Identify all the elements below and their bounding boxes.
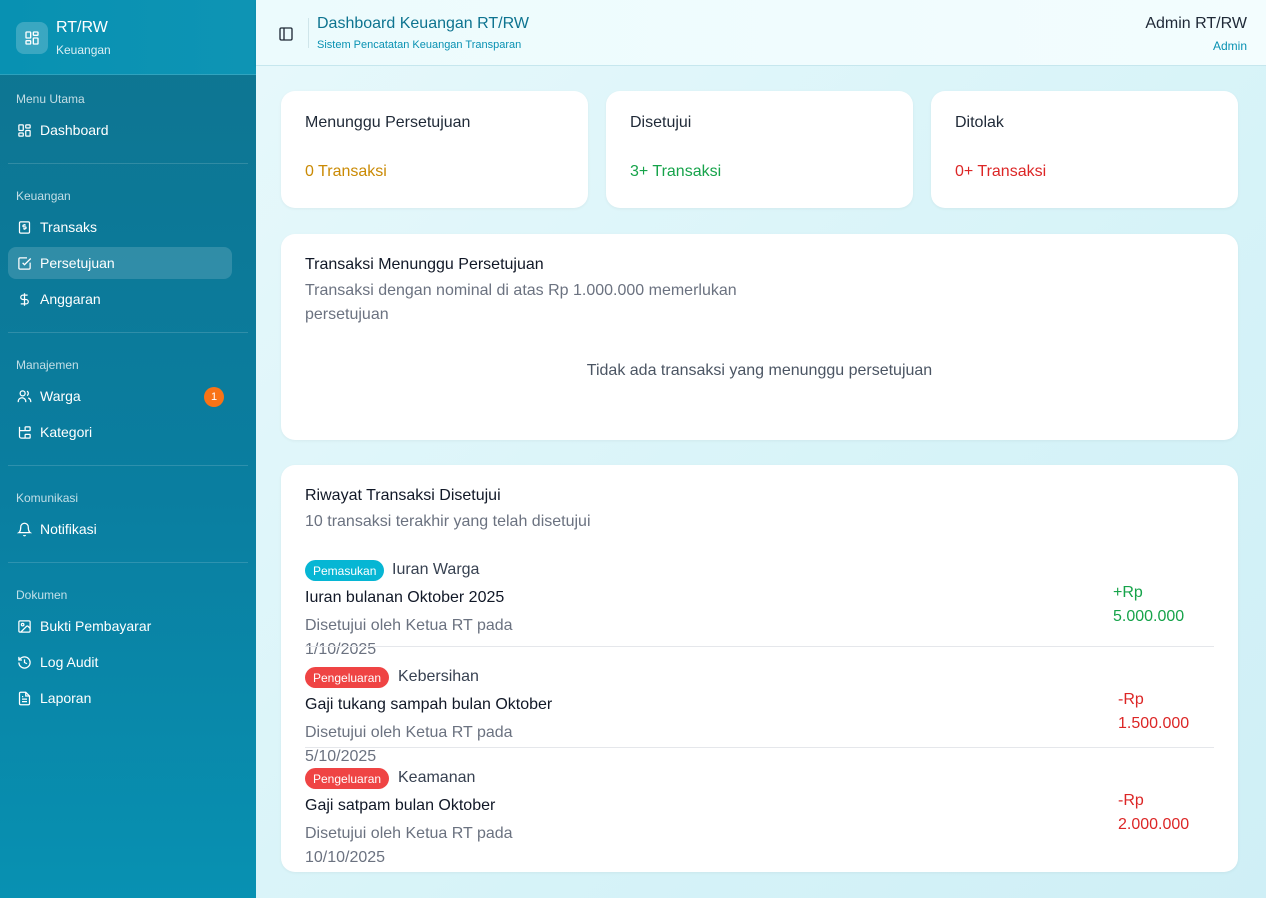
sidebar: RT/RW Keuangan Menu Utama Dashboard Keua…: [0, 0, 256, 898]
list-item[interactable]: Pemasukan Iuran Warga Iuran bulanan Okto…: [305, 559, 1214, 658]
top-header: Dashboard Keuangan RT/RW Sistem Pencatat…: [256, 0, 1266, 66]
stat-card-pending: Menunggu Persetujuan 0 Transaksi: [281, 91, 588, 208]
amount-value: 1.500.000: [1118, 715, 1190, 732]
dashboard-icon: [16, 122, 32, 138]
sidebar-item-notifikasi[interactable]: Notifikasi: [8, 513, 232, 545]
approval-info: Disetujui oleh Ketua RT pada: [305, 825, 513, 842]
stat-title: Disetujui: [630, 114, 692, 131]
dollar-icon: [16, 291, 32, 307]
stat-card-rejected: Ditolak 0+ Transaksi: [931, 91, 1238, 208]
card-description: persetujuan: [305, 306, 389, 323]
sidebar-item-label: Log Audit: [40, 654, 99, 670]
sidebar-item-label: Warga: [40, 388, 81, 404]
card-description: Transaksi dengan nominal di atas Rp 1.00…: [305, 282, 737, 299]
sidebar-item-persetujuan[interactable]: Persetujuan: [8, 247, 232, 279]
sidebar-item-warga[interactable]: Warga 1: [8, 380, 232, 412]
approval-info: Disetujui oleh Ketua RT pada: [305, 617, 513, 634]
amount-prefix: -Rp: [1118, 792, 1144, 809]
user-name[interactable]: Admin RT/RW: [1145, 15, 1247, 33]
user-role: Admin: [1212, 39, 1247, 53]
brand-subtitle: Keuangan: [56, 43, 111, 57]
type-badge: Pengeluaran: [305, 667, 390, 688]
receipt-icon: [16, 219, 32, 235]
sidebar-divider: [8, 163, 248, 164]
sidebar-item-label: Dashboard: [40, 122, 109, 138]
sidebar-item-label: Laporan: [40, 690, 92, 706]
sidebar-item-dashboard[interactable]: Dashboard: [8, 114, 232, 146]
row-divider: [305, 646, 1214, 647]
sidebar-divider: [8, 562, 248, 563]
header-divider: [308, 18, 309, 48]
main-content: Menunggu Persetujuan 0 Transaksi Disetuj…: [256, 66, 1266, 898]
dashboard-logo-icon: [16, 22, 48, 54]
amount-value: 5.000.000: [1113, 608, 1185, 625]
approval-info: Disetujui oleh Ketua RT pada: [305, 724, 513, 741]
transaction-category: Iuran Warga: [392, 561, 480, 578]
sidebar-item-laporan[interactable]: Laporan: [8, 682, 232, 714]
sidebar-item-label: Kategori: [40, 424, 93, 440]
section-label-keuangan: Keuangan: [16, 189, 71, 203]
amount-value: 2.000.000: [1118, 816, 1190, 833]
transaction-category: Keamanan: [398, 769, 476, 786]
sidebar-divider: [8, 332, 248, 333]
bell-icon: [16, 521, 32, 537]
approval-date: 1/10/2025: [305, 641, 377, 658]
section-label-menu-utama: Menu Utama: [16, 92, 85, 106]
brand-title: RT/RW: [56, 19, 108, 36]
sidebar-item-transaksi[interactable]: Transaks: [8, 211, 232, 243]
page-subtitle: Sistem Pencatatan Keuangan Transparan: [317, 39, 522, 51]
sidebar-item-label: Persetujuan: [40, 255, 115, 271]
approval-date: 5/10/2025: [305, 748, 377, 765]
transaction-category: Kebersihan: [398, 668, 479, 685]
stat-title: Menunggu Persetujuan: [305, 114, 471, 131]
empty-state-message: Tidak ada transaksi yang menunggu perset…: [586, 362, 933, 379]
approval-date: 10/10/2025: [305, 849, 386, 866]
section-label-dokumen: Dokumen: [16, 588, 68, 602]
stat-value: 0+ Transaksi: [955, 163, 1047, 180]
sidebar-item-label: Transaks: [40, 219, 98, 235]
sidebar-item-label: Notifikasi: [40, 521, 97, 537]
list-item[interactable]: Pengeluaran Kebersihan Gaji tukang sampa…: [305, 666, 1214, 765]
sidebar-item-label: Anggaran: [40, 291, 101, 307]
card-title: Transaksi Menunggu Persetujuan: [305, 256, 544, 273]
users-icon: [16, 388, 32, 404]
card-description: 10 transaksi terakhir yang telah disetuj…: [305, 513, 591, 530]
pending-transactions-card: Transaksi Menunggu Persetujuan Transaksi…: [281, 234, 1238, 440]
sidebar-item-bukti-pembayaran[interactable]: Bukti Pembayarar: [8, 610, 232, 642]
sidebar-brand[interactable]: RT/RW Keuangan: [0, 0, 256, 75]
list-item[interactable]: Pengeluaran Keamanan Gaji satpam bulan O…: [305, 767, 1214, 867]
row-divider: [305, 747, 1214, 748]
history-icon: [16, 654, 32, 670]
page-title: Dashboard Keuangan RT/RW: [317, 15, 529, 32]
section-label-manajemen: Manajemen: [16, 358, 79, 372]
stat-title: Ditolak: [955, 114, 1004, 131]
stat-value: 0 Transaksi: [305, 163, 387, 180]
notification-count-badge: 1: [204, 387, 224, 407]
stat-value: 3+ Transaksi: [630, 163, 722, 180]
tree-icon: [16, 424, 32, 440]
transaction-description: Iuran bulanan Oktober 2025: [305, 589, 505, 606]
amount-prefix: -Rp: [1118, 691, 1144, 708]
check-square-icon: [16, 255, 32, 271]
sidebar-item-label: Bukti Pembayarar: [40, 618, 152, 634]
sidebar-divider: [8, 465, 248, 466]
type-badge: Pemasukan: [305, 560, 385, 581]
type-badge: Pengeluaran: [305, 768, 390, 789]
section-label-komunikasi: Komunikasi: [16, 491, 79, 505]
image-icon: [16, 618, 32, 634]
transaction-description: Gaji tukang sampah bulan Oktober: [305, 696, 553, 713]
transaction-description: Gaji satpam bulan Oktober: [305, 797, 496, 814]
amount-prefix: +Rp: [1113, 584, 1143, 601]
sidebar-item-log-audit[interactable]: Log Audit: [8, 646, 232, 678]
sidebar-item-kategori[interactable]: Kategori: [8, 416, 232, 448]
stat-card-approved: Disetujui 3+ Transaksi: [606, 91, 913, 208]
card-title: Riwayat Transaksi Disetujui: [305, 487, 501, 504]
sidebar-item-anggaran[interactable]: Anggaran: [8, 283, 232, 315]
sidebar-toggle-icon[interactable]: [276, 24, 296, 44]
approved-history-card: Riwayat Transaksi Disetujui 10 transaksi…: [281, 465, 1238, 872]
file-text-icon: [16, 690, 32, 706]
